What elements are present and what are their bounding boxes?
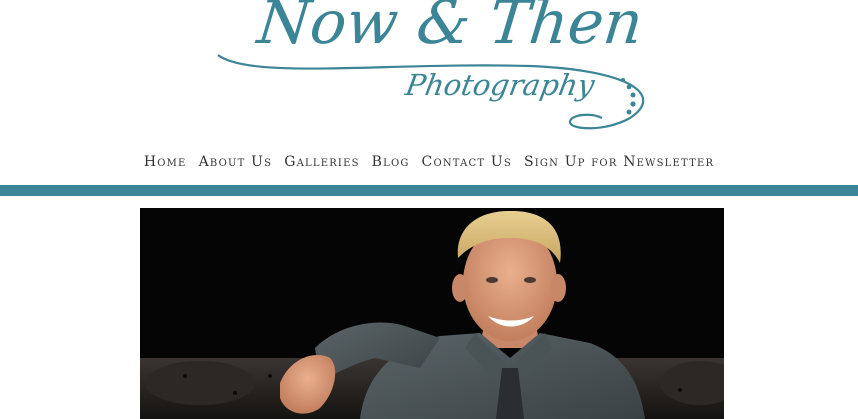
nav-item-contact-us[interactable]: Contact Us [422,150,512,174]
nav-item-blog[interactable]: Blog [372,150,410,174]
main-nav: Home About Us Galleries Blog Contact Us … [0,150,858,174]
site-logo[interactable]: Now & Then Photography [210,0,660,140]
header-divider-bar [0,185,858,196]
nav-item-about-us[interactable]: About Us [199,150,273,174]
nav-item-newsletter[interactable]: Sign Up for Newsletter [524,150,714,174]
nav-item-home[interactable]: Home [144,150,187,174]
nav-item-galleries[interactable]: Galleries [284,150,359,174]
hero-photo [140,208,724,419]
logo-subtitle: Photography [403,68,598,102]
logo-title: Now & Then [254,0,647,58]
portrait-illustration [140,210,724,419]
